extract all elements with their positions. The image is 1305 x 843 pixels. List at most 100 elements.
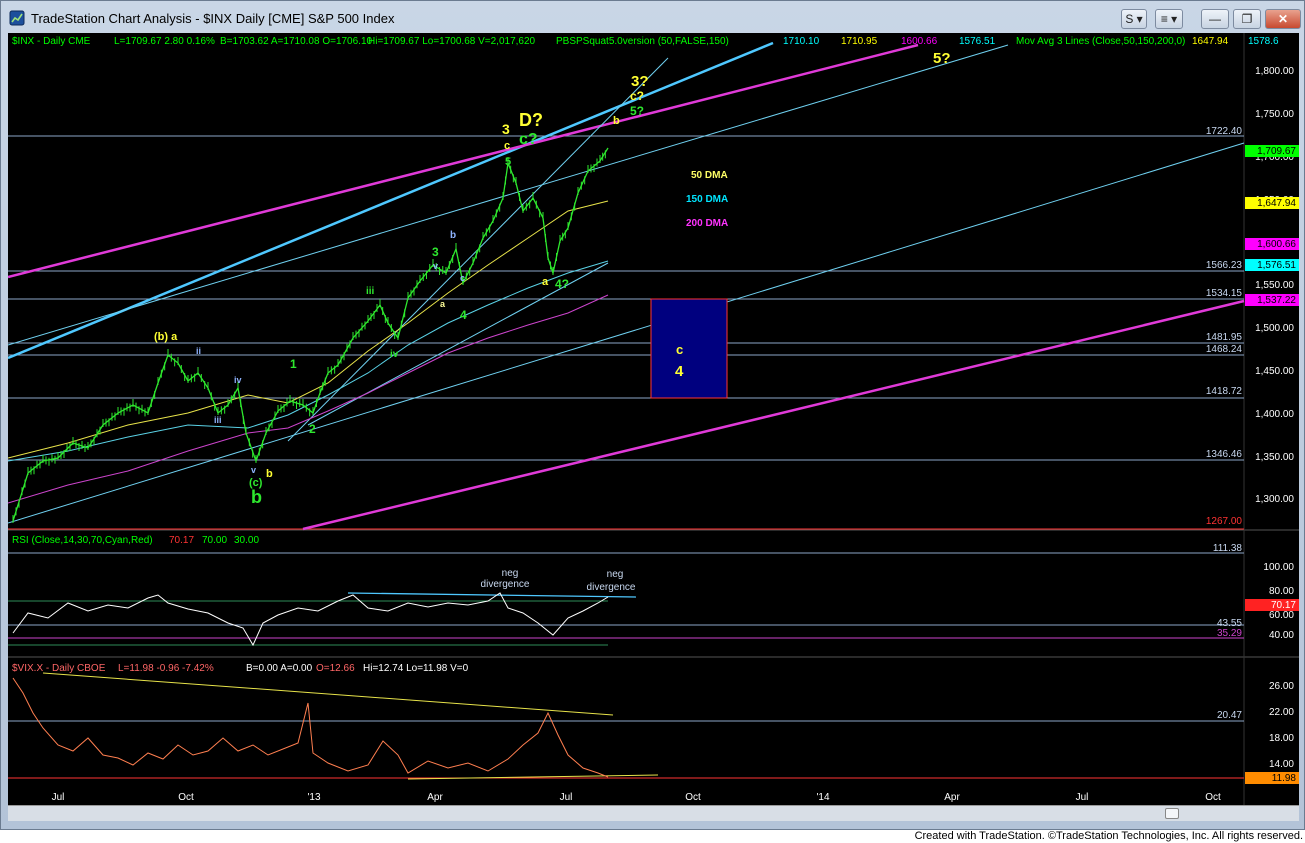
rsi-oversold: 30.00 (234, 535, 259, 546)
price-axis-tick: 1,550.00 (1255, 280, 1294, 291)
header-field: 1600.66 (901, 36, 938, 47)
wave-label: 3? (631, 73, 649, 90)
wave-label: c? (630, 89, 644, 103)
vix-axis-tick: 26.00 (1269, 681, 1294, 692)
wave-label: ii (196, 346, 201, 356)
symbol-link-button[interactable]: S ▾ (1121, 9, 1147, 29)
wave-label: b (266, 468, 273, 480)
wave-label: 4 (460, 308, 467, 322)
vix-header-field: L=11.98 -0.96 -7.42% (118, 663, 214, 674)
wave-label: 4 (675, 363, 684, 380)
price-axis-tick: 1,500.00 (1255, 323, 1294, 334)
rsi-axis-tick: 100.00 (1263, 562, 1294, 573)
time-axis-label: Apr (427, 792, 443, 803)
time-axis-label: Oct (178, 792, 194, 803)
wave-label: D? (519, 110, 543, 130)
wave-label: b (450, 230, 456, 241)
header-field: Hi=1709.67 Lo=1700.68 V=2,017,620 (368, 36, 536, 47)
header-field: 1576.51 (959, 36, 996, 47)
wave-label: 1 (290, 357, 297, 371)
rsi-axis-tick: 40.00 (1269, 630, 1294, 641)
price-axis-tick: 1,750.00 (1255, 109, 1294, 120)
wave-label: c? (519, 131, 538, 148)
wave-label: 5? (933, 50, 951, 67)
window-title: TradeStation Chart Analysis - $INX Daily… (31, 11, 395, 26)
time-axis-label: '13 (307, 792, 320, 803)
restore-button[interactable]: ❐ (1233, 9, 1261, 29)
rsi-overbought: 70.00 (202, 535, 227, 546)
header-field: Mov Avg 3 Lines (Close,50,150,200,0) (1016, 36, 1185, 47)
wave-label: c (676, 342, 683, 357)
app-window: TradeStation Chart Analysis - $INX Daily… (0, 0, 1305, 830)
title-bar[interactable]: TradeStation Chart Analysis - $INX Daily… (1, 1, 1305, 35)
wave-label: b (613, 115, 620, 127)
price-badge: 1,576.51 (1257, 260, 1296, 271)
header-field: L=1709.67 2.80 0.16% (114, 36, 215, 47)
vix-axis-tick: 22.00 (1269, 707, 1294, 718)
wave-label: b (251, 487, 262, 507)
vix-axis-tick: 18.00 (1269, 733, 1294, 744)
wave-label: a (440, 299, 446, 309)
format-menu-button[interactable]: ≡ ▾ (1155, 9, 1183, 29)
wave-label: 5? (630, 104, 644, 118)
price-badge: 1,709.67 (1257, 146, 1296, 157)
wave-label: c (504, 140, 510, 152)
close-button[interactable]: ✕ (1265, 9, 1301, 29)
price-axis-tick: 1,800.00 (1255, 66, 1294, 77)
ma-legend-150: 150 DMA (686, 194, 728, 205)
rsi-value: 70.17 (169, 535, 194, 546)
wave-label: iii (214, 415, 222, 425)
time-axis-label: '14 (816, 792, 829, 803)
header-field: 1647.94 (1192, 36, 1229, 47)
price-level-label: 1481.95 (1206, 332, 1243, 343)
wave-label: 5 (505, 156, 511, 168)
scrollbar-thumb[interactable] (1165, 808, 1179, 819)
time-axis-label: Oct (685, 792, 701, 803)
wave-label: (b) a (154, 331, 178, 343)
header-field: $INX - Daily CME (12, 36, 91, 47)
time-axis-label: Jul (52, 792, 65, 803)
time-axis-label: Oct (1205, 792, 1221, 803)
ma-legend-50: 50 DMA (691, 170, 728, 181)
rsi-axis-tick: 80.00 (1269, 586, 1294, 597)
wave-label: 4? (555, 277, 569, 291)
price-badge: 1,537.22 (1257, 295, 1296, 306)
vix-header-field: Hi=12.74 Lo=11.98 V=0 (363, 663, 469, 674)
price-axis-tick: 1,450.00 (1255, 366, 1294, 377)
rsi-header: RSI (Close,14,30,70,Cyan,Red) (12, 535, 153, 546)
ma-legend-200: 200 DMA (686, 218, 728, 229)
price-axis-tick: 1,350.00 (1255, 452, 1294, 463)
horizontal-scrollbar[interactable] (8, 805, 1299, 821)
rsi-annotation-divergence: divergence (481, 579, 530, 590)
price-level-label: 1346.46 (1206, 449, 1243, 460)
wave-label: iii (366, 286, 375, 297)
wave-label: 2 (309, 422, 316, 436)
wave-label: 3 (432, 245, 439, 259)
price-axis-tick: 1,400.00 (1255, 409, 1294, 420)
vix-header-field: B=0.00 A=0.00 (246, 663, 313, 674)
time-axis-label: Jul (560, 792, 573, 803)
price-level-label: 1267.00 (1206, 516, 1243, 527)
vix-header-field: $VIX.X - Daily CBOE (12, 663, 106, 674)
price-axis-tick: 1,300.00 (1255, 494, 1294, 505)
vix-level-label: 20.47 (1217, 710, 1242, 721)
wave-label: a (542, 276, 549, 288)
header-field: B=1703.62 A=1710.08 O=1706.10 (220, 36, 373, 47)
rsi-badge: 70.17 (1271, 600, 1296, 611)
chart-area[interactable]: 3? c? 5? 5? 3 c D? c? 5 b a 4? b 3 v c 4… (8, 33, 1299, 805)
rsi-axis-tick: 60.00 (1269, 610, 1294, 621)
time-axis-label: Jul (1076, 792, 1089, 803)
rsi-annotation-neg: neg (502, 568, 519, 579)
price-level-label: 1722.40 (1206, 126, 1243, 137)
price-level-label: 1566.23 (1206, 260, 1243, 271)
wave-label: 3 (502, 121, 510, 137)
header-field: 1710.10 (783, 36, 820, 47)
minimize-button[interactable]: — (1201, 9, 1229, 29)
header-field: 1710.95 (841, 36, 878, 47)
price-badge: 1,600.66 (1257, 239, 1296, 250)
wave-label: iv (234, 375, 242, 385)
vix-badge: 11.98 (1272, 773, 1297, 784)
price-badge: 1,647.94 (1257, 198, 1296, 209)
app-icon (9, 10, 25, 26)
vix-axis-tick: 14.00 (1269, 759, 1294, 770)
